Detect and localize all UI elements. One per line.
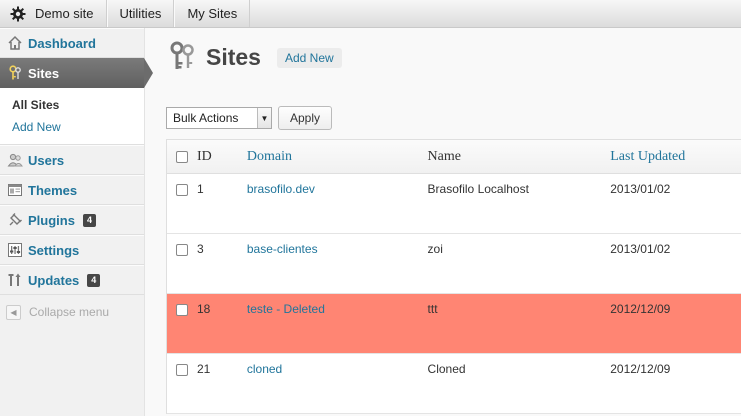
row-domain-link[interactable]: cloned [247, 362, 428, 376]
header-name: Name [427, 148, 461, 164]
collapse-label: Collapse menu [29, 305, 110, 319]
plugin-icon [6, 211, 24, 229]
site-menu[interactable]: Demo site [0, 0, 107, 27]
site-name: Demo site [35, 6, 94, 21]
row-name: zoi [427, 242, 443, 256]
row-updated: 2012/12/09 [610, 362, 671, 376]
table-row: 1 brasofilo.dev Brasofilo Localhost 2013… [167, 174, 741, 234]
sidebar-item-label: Plugins [28, 212, 75, 228]
admin-bar: Demo site Utilities My Sites [0, 0, 741, 28]
sidebar-item-themes[interactable]: Themes [0, 175, 144, 205]
sidebar-item-sites[interactable]: Sites [0, 58, 153, 88]
sites-submenu: All Sites Add New [0, 88, 144, 145]
sidebar-item-label: Updates [28, 272, 80, 288]
row-id: 3 [196, 242, 204, 256]
row-checkbox[interactable] [175, 304, 188, 316]
table-header: ID Domain Name Last Updated [167, 140, 741, 174]
sites-keys-icon [166, 40, 198, 75]
row-domain-link[interactable]: teste - Deleted [247, 302, 428, 316]
users-icon [6, 151, 24, 169]
submenu-all-sites[interactable]: All Sites [12, 94, 144, 116]
table-row-deleted: 18 teste - Deleted ttt 2012/12/09 [167, 294, 741, 354]
add-new-button[interactable]: Add New [276, 47, 342, 68]
collapse-arrow-icon: ◀ [6, 304, 21, 320]
row-name: Cloned [427, 362, 466, 376]
header-id: ID [196, 148, 212, 164]
row-id: 21 [196, 362, 211, 376]
page-header: Sites Add New [166, 40, 342, 75]
sidebar-item-label: Users [28, 152, 65, 168]
sidebar-item-label: Settings [28, 242, 80, 258]
settings-icon [6, 241, 24, 259]
submenu-add-new[interactable]: Add New [12, 116, 144, 138]
sidebar-item-label: Themes [28, 182, 78, 198]
main-content: Sites Add New Bulk Actions ▼ Apply ID Do… [146, 28, 741, 416]
row-id: 18 [196, 302, 211, 316]
select-all-checkbox[interactable] [175, 150, 188, 163]
row-updated: 2013/01/02 [610, 242, 671, 256]
row-updated: 2012/12/09 [610, 302, 671, 316]
sidebar-item-plugins[interactable]: Plugins 4 [0, 205, 144, 235]
plugins-count-badge: 4 [82, 213, 96, 227]
updates-count-badge: 4 [87, 273, 101, 287]
my-sites-menu[interactable]: My Sites [174, 0, 251, 27]
row-checkbox[interactable] [175, 184, 188, 196]
sidebar-item-label: Dashboard [28, 35, 96, 51]
dropdown-arrow-icon: ▼ [257, 108, 271, 128]
row-id: 1 [196, 182, 204, 196]
themes-icon [6, 181, 24, 199]
sites-table: ID Domain Name Last Updated 1 brasofilo.… [166, 139, 741, 414]
row-name: Brasofilo Localhost [427, 182, 529, 196]
admin-sidebar: Dashboard Sites All Sites Add New Users … [0, 28, 153, 416]
page-title: Sites [206, 44, 261, 70]
row-checkbox[interactable] [175, 244, 188, 256]
wordpress-gear-icon [10, 6, 26, 22]
collapse-menu-button[interactable]: ◀ Collapse menu [0, 295, 144, 329]
bulk-actions-select[interactable]: Bulk Actions ▼ [166, 107, 272, 129]
apply-button[interactable]: Apply [278, 106, 333, 130]
sidebar-item-settings[interactable]: Settings [0, 235, 144, 265]
sidebar-item-dashboard[interactable]: Dashboard [0, 28, 144, 58]
updates-icon [6, 271, 24, 289]
keys-icon [6, 64, 24, 82]
row-domain-link[interactable]: brasofilo.dev [247, 182, 428, 196]
sidebar-item-label: Sites [28, 65, 60, 81]
bulk-actions-bar: Bulk Actions ▼ Apply [166, 106, 333, 130]
utilities-menu[interactable]: Utilities [106, 0, 175, 27]
row-checkbox[interactable] [175, 364, 188, 376]
table-row: 21 cloned Cloned 2012/12/09 [167, 354, 741, 414]
house-icon [6, 34, 24, 52]
header-last-updated[interactable]: Last Updated [610, 149, 741, 165]
row-domain-link[interactable]: base-clientes [247, 242, 428, 256]
sidebar-item-updates[interactable]: Updates 4 [0, 265, 144, 295]
row-name: ttt [427, 302, 438, 316]
row-updated: 2013/01/02 [610, 182, 671, 196]
bulk-actions-value: Bulk Actions [173, 111, 239, 125]
sidebar-item-users[interactable]: Users [0, 145, 144, 175]
header-domain[interactable]: Domain [247, 149, 428, 165]
table-row: 3 base-clientes zoi 2013/01/02 [167, 234, 741, 294]
